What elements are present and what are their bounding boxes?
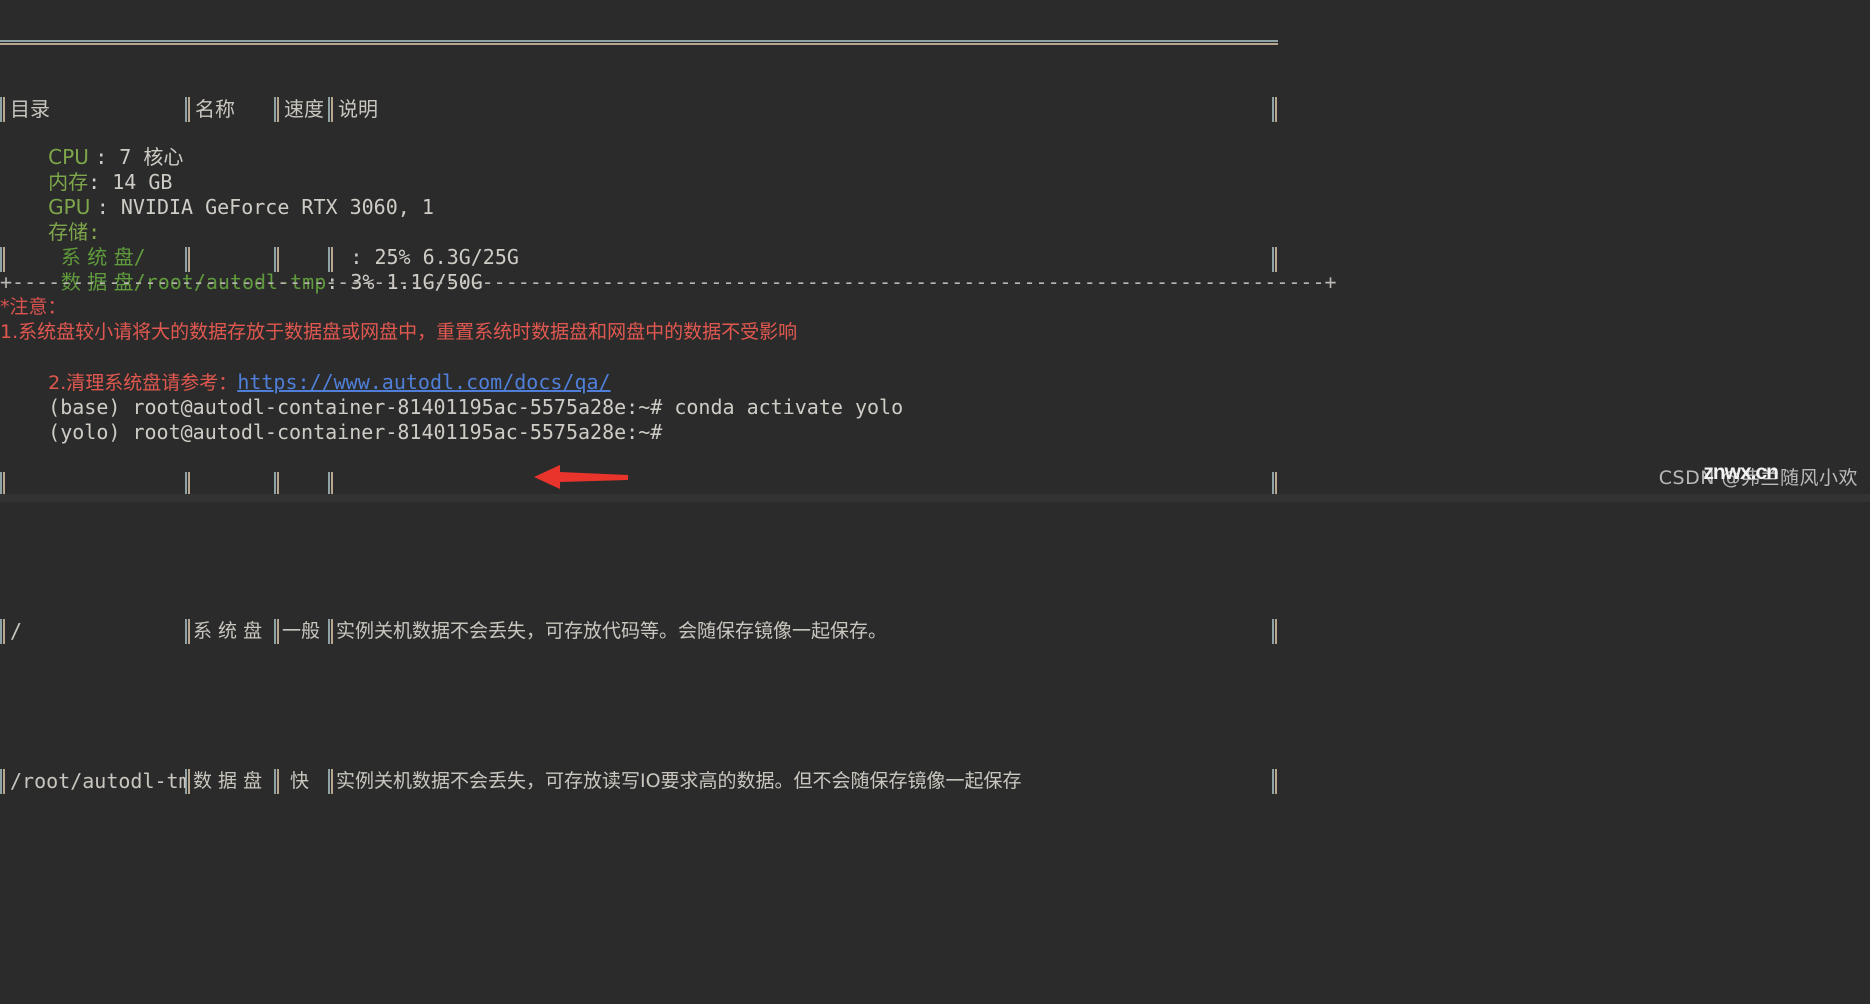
table-header-row: 目录 名称 速度 说明 (0, 97, 1278, 122)
table-border-vertical (185, 619, 191, 644)
table-cell-directory: /root/autodl-tmp (10, 769, 186, 793)
table-border-vertical (1272, 97, 1278, 122)
table-row: / 系 统 盘 一般 实例关机数据不会丢失，可存放代码等。会随保存镜像一起保存。 (0, 619, 1278, 644)
cpu-info-line: CPU : 7 核心 (0, 120, 183, 169)
table-cell-name: 系 统 盘 (193, 620, 263, 642)
table-border-vertical (0, 97, 6, 122)
ascii-divider: +---------------------------------------… (0, 270, 1337, 294)
notes-title: *注意： (0, 296, 67, 318)
table-border-horizontal (0, 40, 1278, 46)
system-disk-usage-line: 系 统 盘/ : 25% 6.3G/25G (0, 220, 519, 269)
table-cell-name: 数 据 盘 (193, 770, 263, 792)
note-item-1: 1.系统盘较小请将大的数据存放于数据盘或网盘中，重置系统时数据盘和网盘中的数据不… (0, 321, 798, 343)
memory-info-line: 内存: 14 GB (0, 145, 172, 194)
table-header-speed: 速度 (284, 97, 324, 121)
table-border-vertical (0, 769, 6, 794)
table-cell-directory: / (10, 619, 23, 643)
conda-env-name: (yolo) (48, 420, 133, 444)
storage-section-label: 存储: (0, 195, 100, 244)
table-border-vertical (1272, 247, 1278, 272)
shell-prompt-line-active[interactable]: (yolo) root@autodl-container-81401195ac-… (0, 395, 674, 444)
note-item-2: 2.清理系统盘请参考：https://www.autodl.com/docs/q… (0, 345, 610, 394)
table-header-name: 名称 (195, 97, 235, 121)
gpu-info-line: GPU : NVIDIA GeForce RTX 3060, 1 (0, 170, 434, 219)
table-cell-description: 实例关机数据不会丢失，可存放代码等。会随保存镜像一起保存。 (336, 620, 888, 642)
table-cell-description: 实例关机数据不会丢失，可存放读写IO要求高的数据。但不会随保存镜像一起保存 (336, 770, 1022, 792)
shell-prompt-line: (base) root@autodl-container-81401195ac-… (0, 370, 903, 419)
data-disk-usage-line: 数 据 盘/root/autodl-tmp: 3% 1.1G/50G (0, 245, 483, 294)
znwx-watermark: znwx.cn (1703, 461, 1779, 484)
table-border-vertical (1272, 769, 1278, 794)
table-border-vertical (1272, 619, 1278, 644)
table-border-vertical (185, 97, 191, 122)
prompt-user-host: root@autodl-container-81401195ac-5575a28… (132, 420, 675, 444)
table-border-vertical (328, 619, 334, 644)
table-header-directory: 目录 (10, 97, 50, 121)
table-border-vertical (274, 97, 280, 122)
table-cell-speed: 快 (290, 770, 310, 792)
gpu-value: : NVIDIA GeForce RTX 3060, 1 (96, 195, 434, 219)
table-header-description: 说明 (338, 97, 378, 121)
table-border-vertical (0, 619, 6, 644)
terminal-output: 目录 名称 速度 说明 / 系 统 盘 一般 实例关机数据不会丢失，可存放代码等… (0, 0, 1870, 794)
shell-command: conda activate yolo (674, 395, 904, 419)
table-border-vertical (274, 619, 280, 644)
bottom-edge-strip (0, 494, 1870, 502)
table-border-vertical (328, 769, 334, 794)
table-row: /root/autodl-tmp 数 据 盘 快 实例关机数据不会丢失，可存放读… (0, 769, 1278, 794)
table-cell-speed: 一般 (282, 620, 321, 642)
table-border-vertical (274, 769, 280, 794)
